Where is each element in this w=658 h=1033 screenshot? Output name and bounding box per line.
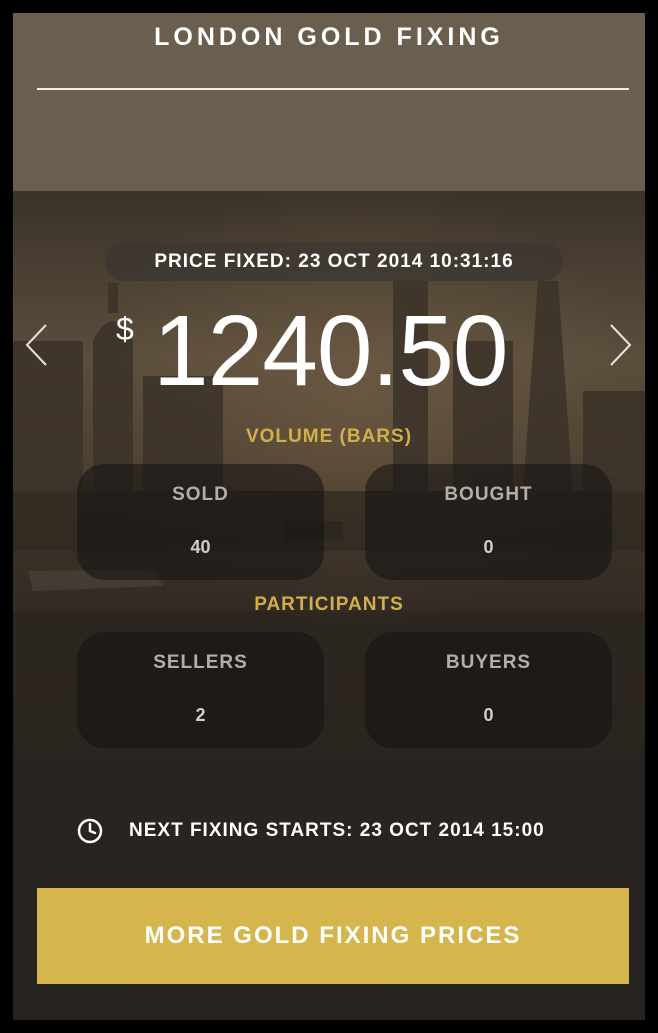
more-gold-fixing-prices-button[interactable]: MORE GOLD FIXING PRICES — [37, 888, 629, 984]
gold-fixing-widget: LONDON GOLD FIXING PRICE FIXED: 23 OCT 2… — [13, 13, 645, 1020]
next-fixing-info: NEXT FIXING STARTS: 23 OCT 2014 15:00 — [77, 818, 545, 844]
sellers-card: SELLERS 2 — [77, 632, 324, 748]
volume-section-label: VOLUME (BARS) — [245, 426, 413, 447]
title-divider — [37, 88, 629, 90]
sold-value: 40 — [190, 537, 211, 557]
sold-label: SOLD — [172, 484, 229, 505]
bought-value: 0 — [483, 537, 494, 557]
sellers-value: 2 — [195, 705, 206, 725]
bought-label: BOUGHT — [444, 484, 533, 505]
participants-section-label: PARTICIPANTS — [254, 594, 404, 615]
gold-price-value: 1240.50 — [153, 295, 508, 407]
page-title: LONDON GOLD FIXING — [154, 23, 504, 51]
buyers-value: 0 — [483, 705, 494, 725]
sellers-label: SELLERS — [153, 652, 248, 673]
sold-volume-card: SOLD 40 — [77, 464, 324, 580]
next-fixing-text: NEXT FIXING STARTS: 23 OCT 2014 15:00 — [129, 820, 545, 841]
buyers-label: BUYERS — [445, 652, 532, 673]
bought-volume-card: BOUGHT 0 — [365, 464, 612, 580]
buyers-card: BUYERS 0 — [365, 632, 612, 748]
price-fixed-timestamp: PRICE FIXED: 23 OCT 2014 10:31:16 — [105, 242, 563, 281]
clock-icon — [77, 818, 103, 844]
chevron-right-icon[interactable] — [607, 323, 633, 367]
header: LONDON GOLD FIXING — [13, 13, 645, 191]
currency-symbol: $ — [116, 311, 134, 347]
chevron-left-icon[interactable] — [24, 323, 50, 367]
